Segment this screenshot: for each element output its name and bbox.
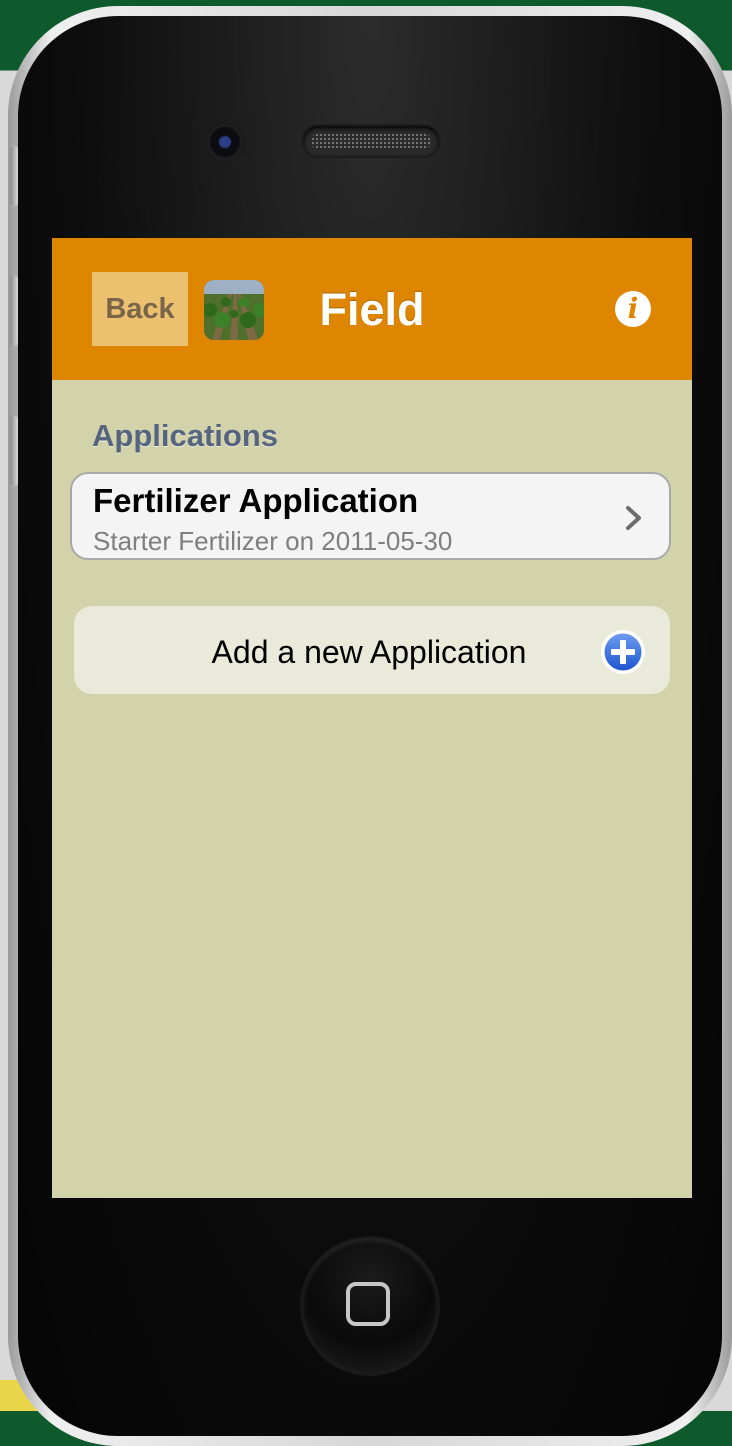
add-application-button[interactable]: Add a new Application bbox=[74, 606, 670, 694]
mute-switch bbox=[10, 146, 18, 206]
application-subtitle: Starter Fertilizer on 2011-05-30 bbox=[93, 526, 453, 556]
add-application-label: Add a new Application bbox=[211, 634, 527, 670]
earpiece-speaker bbox=[303, 126, 439, 156]
home-button-icon[interactable] bbox=[302, 1238, 438, 1374]
page-title: Field bbox=[319, 284, 425, 335]
back-button[interactable]: Back bbox=[92, 272, 188, 346]
section-header-applications: Applications bbox=[92, 418, 279, 453]
application-title: Fertilizer Application bbox=[93, 482, 419, 519]
field-thumbnail-image bbox=[204, 280, 264, 340]
info-icon[interactable]: i bbox=[615, 291, 651, 327]
application-list-item[interactable]: Fertilizer Application Starter Fertilize… bbox=[70, 472, 671, 560]
volume-up-button bbox=[10, 276, 18, 346]
app-screen: Back Field i Applications Fertilizer App… bbox=[52, 238, 692, 1198]
home-square-icon bbox=[346, 1282, 390, 1326]
front-camera-icon bbox=[207, 124, 243, 160]
chevron-right-icon bbox=[626, 506, 641, 530]
volume-down-button bbox=[10, 416, 18, 486]
navigation-bar: Back Field i bbox=[52, 238, 692, 380]
plus-circle-icon bbox=[601, 630, 645, 674]
